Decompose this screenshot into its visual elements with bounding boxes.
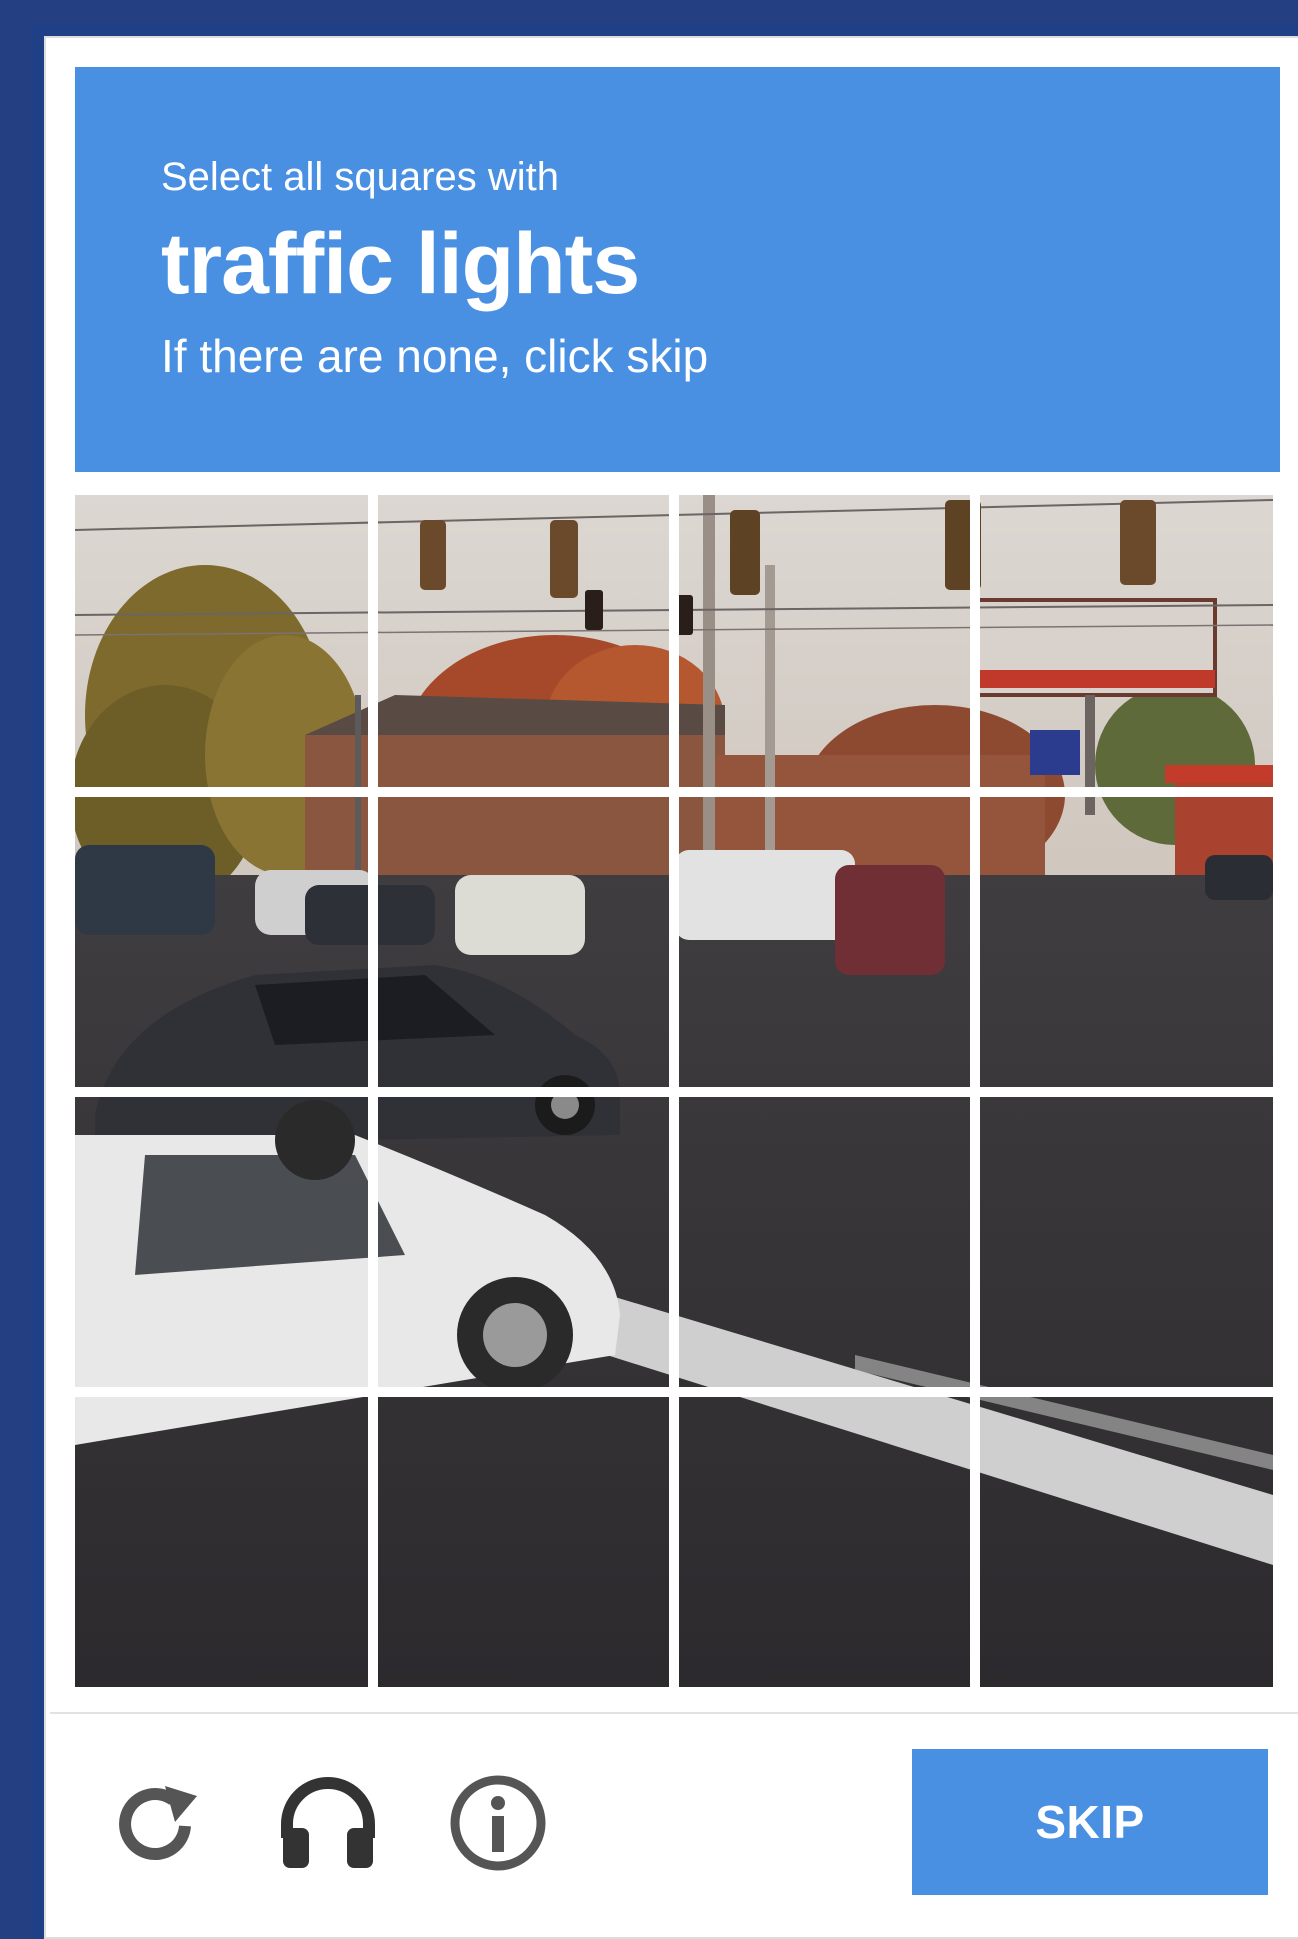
grid-tile-3-4[interactable] (980, 1097, 1273, 1387)
grid-tile-1-4[interactable] (980, 495, 1273, 787)
image-grid (75, 495, 1273, 1687)
hint-text: If there are none, click skip (161, 330, 709, 382)
grid-tile-1-2[interactable] (378, 495, 669, 787)
captcha-header: Select all squares with traffic lights I… (75, 67, 1280, 472)
grid-tile-4-1[interactable] (75, 1397, 368, 1687)
target-object-text: traffic lights (161, 216, 640, 312)
footer-divider (50, 1712, 1298, 1714)
grid-tile-3-3[interactable] (679, 1097, 970, 1387)
instruction-text: Select all squares with (161, 155, 559, 199)
grid-tile-1-3[interactable] (679, 495, 970, 787)
grid-tile-4-4[interactable] (980, 1397, 1273, 1687)
grid-separator (75, 787, 1273, 797)
info-icon (450, 1775, 546, 1871)
window-frame-top (0, 0, 1298, 24)
grid-tile-3-2[interactable] (378, 1097, 669, 1387)
grid-tile-4-2[interactable] (378, 1397, 669, 1687)
info-button[interactable] (443, 1768, 553, 1878)
grid-tile-2-2[interactable] (378, 797, 669, 1087)
grid-tile-2-3[interactable] (679, 797, 970, 1087)
window-frame-left (0, 0, 32, 1939)
reload-button[interactable] (103, 1768, 213, 1878)
grid-tile-2-1[interactable] (75, 797, 368, 1087)
reload-icon (119, 1786, 197, 1861)
grid-tile-1-1[interactable] (75, 495, 368, 787)
audio-challenge-button[interactable] (273, 1768, 383, 1878)
grid-tile-4-3[interactable] (679, 1397, 970, 1687)
grid-tile-3-1[interactable] (75, 1097, 368, 1387)
grid-tile-2-4[interactable] (980, 797, 1273, 1087)
grid-separator (75, 1387, 1273, 1397)
headphones-icon (281, 1777, 375, 1868)
skip-button[interactable]: SKIP (912, 1749, 1268, 1895)
grid-separator (75, 1087, 1273, 1097)
